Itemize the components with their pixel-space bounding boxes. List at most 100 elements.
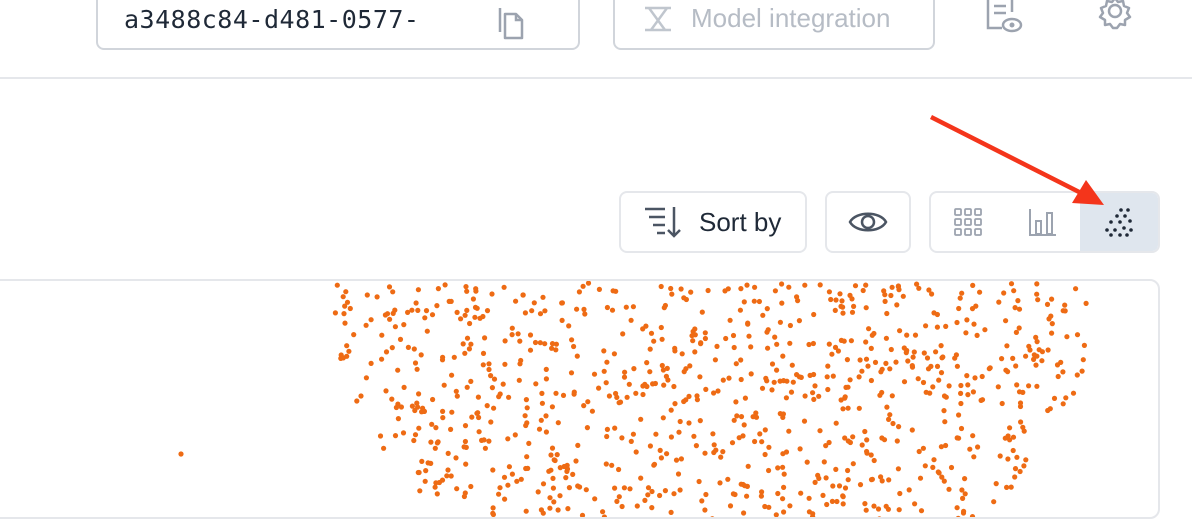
scatter-point[interactable] <box>648 330 655 336</box>
scatter-point[interactable] <box>516 377 522 383</box>
scatter-point[interactable] <box>477 315 483 321</box>
scatter-point[interactable] <box>832 344 839 350</box>
scatter-point[interactable] <box>468 378 474 384</box>
scatter-point[interactable] <box>1049 296 1055 302</box>
scatter-point[interactable] <box>592 496 598 502</box>
scatter-point[interactable] <box>934 311 941 318</box>
scatter-point[interactable] <box>401 322 407 328</box>
scatter-point[interactable] <box>539 400 546 406</box>
scatter-point[interactable] <box>720 377 726 383</box>
scatter-point[interactable] <box>958 390 964 396</box>
scatter-point[interactable] <box>900 293 906 299</box>
scatter-point[interactable] <box>802 393 808 399</box>
scatter-point[interactable] <box>532 339 539 346</box>
scatter-point[interactable] <box>734 413 740 419</box>
scatter-point[interactable] <box>364 292 370 298</box>
scatter-point[interactable] <box>513 298 519 304</box>
scatter-point[interactable] <box>871 330 877 337</box>
scatter-point[interactable] <box>744 493 750 499</box>
scatter-point[interactable] <box>878 474 884 480</box>
scatter-point[interactable] <box>888 346 894 353</box>
scatter-point[interactable] <box>850 461 856 467</box>
scatter-point[interactable] <box>462 423 469 429</box>
scatter-point[interactable] <box>509 325 515 331</box>
scatter-point[interactable] <box>834 498 840 505</box>
scatter-point[interactable] <box>810 390 816 396</box>
scatter-point[interactable] <box>752 284 758 290</box>
scatter-point[interactable] <box>789 362 795 368</box>
scatter-point[interactable] <box>379 332 385 338</box>
scatter-point[interactable] <box>474 305 480 311</box>
scatter-point[interactable] <box>392 307 398 313</box>
scatter-point[interactable] <box>975 444 981 450</box>
scatter-point[interactable] <box>418 352 424 358</box>
scatter-point[interactable] <box>1015 298 1021 304</box>
scatter-point[interactable] <box>392 433 399 439</box>
scatter-point[interactable] <box>1044 301 1051 307</box>
scatter-point[interactable] <box>703 386 709 392</box>
scatter-point[interactable] <box>848 338 855 344</box>
scatter-point[interactable] <box>896 507 902 513</box>
scatter-point[interactable] <box>601 514 607 519</box>
scatter-point[interactable] <box>653 431 659 437</box>
scatter-point[interactable] <box>642 497 648 503</box>
scatter-point[interactable] <box>842 485 849 491</box>
scatter-point[interactable] <box>940 354 946 360</box>
scatter-point[interactable] <box>368 317 374 323</box>
scatter-point[interactable] <box>658 455 665 461</box>
scatter-point[interactable] <box>448 426 454 432</box>
scatter-point[interactable] <box>745 321 751 327</box>
scatter-point[interactable] <box>928 363 934 369</box>
scatter-point[interactable] <box>524 405 530 411</box>
scatter-point[interactable] <box>415 307 421 313</box>
scatter-point[interactable] <box>1034 339 1040 345</box>
scatter-point[interactable] <box>1049 321 1055 327</box>
scatter-point[interactable] <box>1005 456 1011 462</box>
scatter-point[interactable] <box>882 298 888 304</box>
scatter-point[interactable] <box>699 309 705 315</box>
scatter-point[interactable] <box>726 375 732 381</box>
scatter-point[interactable] <box>849 309 856 315</box>
scatter-point[interactable] <box>491 405 497 411</box>
scatter-point[interactable] <box>411 346 417 352</box>
scatter-point[interactable] <box>509 332 515 338</box>
scatter-point[interactable] <box>381 445 387 451</box>
scatter-point[interactable] <box>428 439 434 445</box>
scatter-point[interactable] <box>920 379 927 386</box>
scatter-point[interactable] <box>1074 332 1081 338</box>
scatter-point[interactable] <box>957 295 963 301</box>
scatter-point[interactable] <box>712 357 719 363</box>
scatter-point[interactable] <box>696 478 702 485</box>
scatter-point[interactable] <box>787 322 794 329</box>
scatter-point[interactable] <box>742 395 749 401</box>
scatter-point[interactable] <box>467 320 473 327</box>
scatter-point[interactable] <box>341 311 347 317</box>
scatter-point[interactable] <box>833 420 839 426</box>
scatter-point[interactable] <box>405 344 411 350</box>
scatter-point[interactable] <box>938 444 945 450</box>
scatter-point[interactable] <box>850 434 856 440</box>
scatter-point[interactable] <box>627 486 633 492</box>
scatter-point[interactable] <box>509 471 516 477</box>
scatter-point[interactable] <box>344 353 350 359</box>
scatter-point[interactable] <box>423 308 430 314</box>
scatter-point[interactable] <box>601 348 607 354</box>
scatter-point[interactable] <box>777 319 784 325</box>
scatter-point[interactable] <box>811 311 817 318</box>
scatter-point[interactable] <box>1034 281 1040 287</box>
scatter-point[interactable] <box>571 343 577 350</box>
scatter-point[interactable] <box>694 397 701 403</box>
scatter-point[interactable] <box>692 349 698 355</box>
scatter-point[interactable] <box>935 469 941 475</box>
scatter-point[interactable] <box>864 448 870 455</box>
scatter-point[interactable] <box>748 344 754 350</box>
scatter-point[interactable] <box>841 338 847 344</box>
scatter-point[interactable] <box>538 417 544 423</box>
scatter-point[interactable] <box>826 439 832 446</box>
scatter-point[interactable] <box>573 458 579 464</box>
scatter-point[interactable] <box>946 383 952 389</box>
scatter-point[interactable] <box>449 409 455 415</box>
scatter-point[interactable] <box>633 390 639 396</box>
scatter-point[interactable] <box>566 485 573 491</box>
scatter-point[interactable] <box>553 390 559 396</box>
